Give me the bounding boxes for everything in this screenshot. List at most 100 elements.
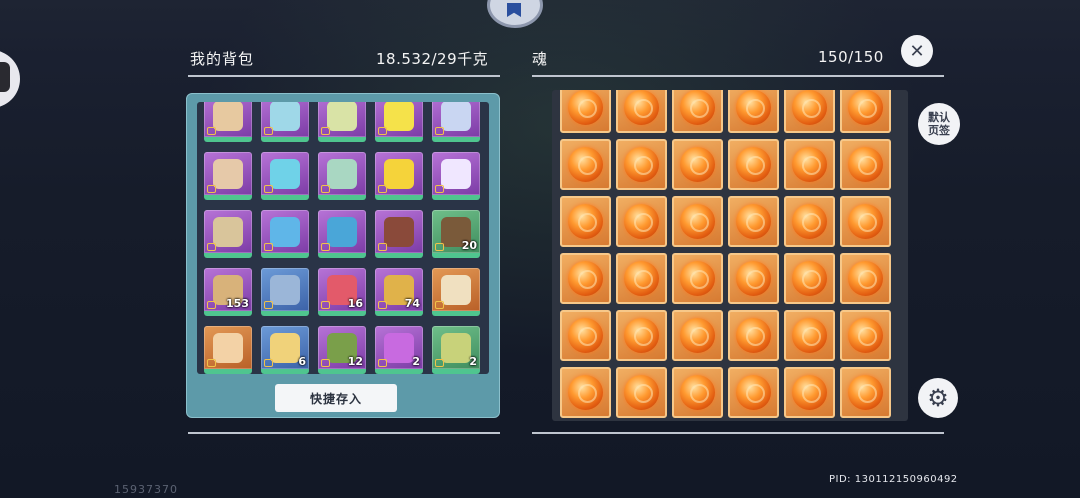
soul-slot[interactable] [560, 310, 611, 361]
bag-slot[interactable]: 16 [318, 268, 366, 316]
bag-slot[interactable]: 12 [318, 326, 366, 374]
item-count: 12 [347, 355, 363, 368]
cake-icon [213, 333, 243, 363]
scroll-icon [270, 333, 300, 363]
soul-slot[interactable] [616, 367, 667, 418]
staff-icon [327, 217, 357, 247]
soul-slot[interactable] [784, 90, 835, 133]
soul-slot[interactable] [616, 90, 667, 133]
soul-orb-icon [624, 90, 659, 125]
soul-slot[interactable] [728, 367, 779, 418]
soul-slot[interactable] [840, 367, 891, 418]
soul-slot[interactable] [784, 196, 835, 247]
soul-slot[interactable] [840, 253, 891, 304]
soul-slot[interactable] [672, 196, 723, 247]
bag-slot[interactable] [318, 210, 366, 258]
soul-slot[interactable] [728, 310, 779, 361]
bag-slot[interactable] [204, 102, 252, 142]
soul-slot[interactable] [784, 310, 835, 361]
bag-slot[interactable] [375, 102, 423, 142]
soul-slot[interactable] [728, 139, 779, 190]
soul-slot[interactable] [560, 139, 611, 190]
soul-slot[interactable] [560, 367, 611, 418]
item-count: 20 [461, 239, 477, 252]
soul-slot[interactable] [840, 139, 891, 190]
default-tab-button[interactable]: 默认 页签 [918, 103, 960, 145]
soul-capacity: 150/150 [818, 48, 884, 66]
bag-slot[interactable] [261, 102, 309, 142]
soul-orb-icon [792, 375, 827, 410]
soul-slot[interactable] [616, 253, 667, 304]
bag-slot[interactable] [204, 152, 252, 200]
soul-slot[interactable] [616, 139, 667, 190]
soul-slot[interactable] [840, 196, 891, 247]
soul-orb-icon [680, 375, 715, 410]
lock-icon [207, 301, 216, 309]
lock-icon [435, 127, 444, 135]
soul-slot[interactable] [672, 90, 723, 133]
bag-slot[interactable]: 74 [375, 268, 423, 316]
lock-icon [207, 127, 216, 135]
bag-item-list[interactable]: 20 153 16 74 6 12 2 2 [197, 102, 489, 374]
soul-slot[interactable] [672, 253, 723, 304]
bag-panel: 20 153 16 74 6 12 2 2 快捷存入 [186, 93, 500, 418]
bag-slot[interactable] [318, 152, 366, 200]
bag-title: 我的背包 [190, 50, 255, 68]
soul-orb-icon [624, 375, 659, 410]
soul-slot[interactable] [784, 367, 835, 418]
drink-cup-icon [441, 159, 471, 189]
player-id: PID: 130112150960492 [829, 474, 958, 485]
default-tab-label-2: 页签 [928, 124, 950, 137]
lock-icon [378, 127, 387, 135]
bag-slot[interactable]: 6 [261, 326, 309, 374]
soul-orb-icon [848, 147, 883, 182]
bag-slot[interactable] [432, 102, 480, 142]
soul-slot[interactable] [672, 310, 723, 361]
lock-icon [264, 127, 273, 135]
soul-slot[interactable] [840, 310, 891, 361]
soul-slot[interactable] [728, 196, 779, 247]
bag-slot[interactable] [261, 268, 309, 316]
bag-slot[interactable] [375, 210, 423, 258]
weapon-spear-icon [270, 159, 300, 189]
bag-slot[interactable] [261, 210, 309, 258]
soul-slot[interactable] [784, 139, 835, 190]
bag-slot[interactable]: 2 [432, 326, 480, 374]
bag-slot[interactable] [432, 268, 480, 316]
lock-icon [207, 359, 216, 367]
soul-slot[interactable] [672, 139, 723, 190]
bag-slot[interactable]: 153 [204, 268, 252, 316]
soul-orb-icon [624, 318, 659, 353]
close-button[interactable]: ✕ [901, 35, 933, 67]
wreath-icon [441, 333, 471, 363]
bag-slot[interactable] [204, 326, 252, 374]
bag-slot[interactable]: 2 [375, 326, 423, 374]
soul-slot[interactable] [672, 367, 723, 418]
soul-slot[interactable] [616, 310, 667, 361]
soul-orb-icon [568, 204, 603, 239]
soul-orb-icon [624, 147, 659, 182]
item-count: 2 [412, 355, 420, 368]
bag-slot[interactable] [375, 152, 423, 200]
bag-slot[interactable] [261, 152, 309, 200]
lock-icon [321, 185, 330, 193]
soul-slot[interactable] [560, 90, 611, 133]
soul-slot[interactable] [560, 253, 611, 304]
soul-slot[interactable] [784, 253, 835, 304]
bag-slot[interactable] [204, 210, 252, 258]
soul-orb-icon [568, 261, 603, 296]
soul-slot[interactable] [728, 253, 779, 304]
bag-slot[interactable] [432, 152, 480, 200]
soul-slot[interactable] [840, 90, 891, 133]
weapon-lance-icon [270, 102, 300, 131]
soul-panel[interactable] [552, 90, 908, 421]
soul-slot[interactable] [728, 90, 779, 133]
bag-slot[interactable] [318, 102, 366, 142]
soul-slot[interactable] [560, 196, 611, 247]
bag-slot[interactable]: 20 [432, 210, 480, 258]
soul-slot[interactable] [616, 196, 667, 247]
lock-icon [378, 301, 387, 309]
quick-store-button[interactable]: 快捷存入 [275, 384, 397, 412]
settings-button[interactable]: ⚙ [918, 378, 958, 418]
item-count: 153 [226, 297, 249, 310]
